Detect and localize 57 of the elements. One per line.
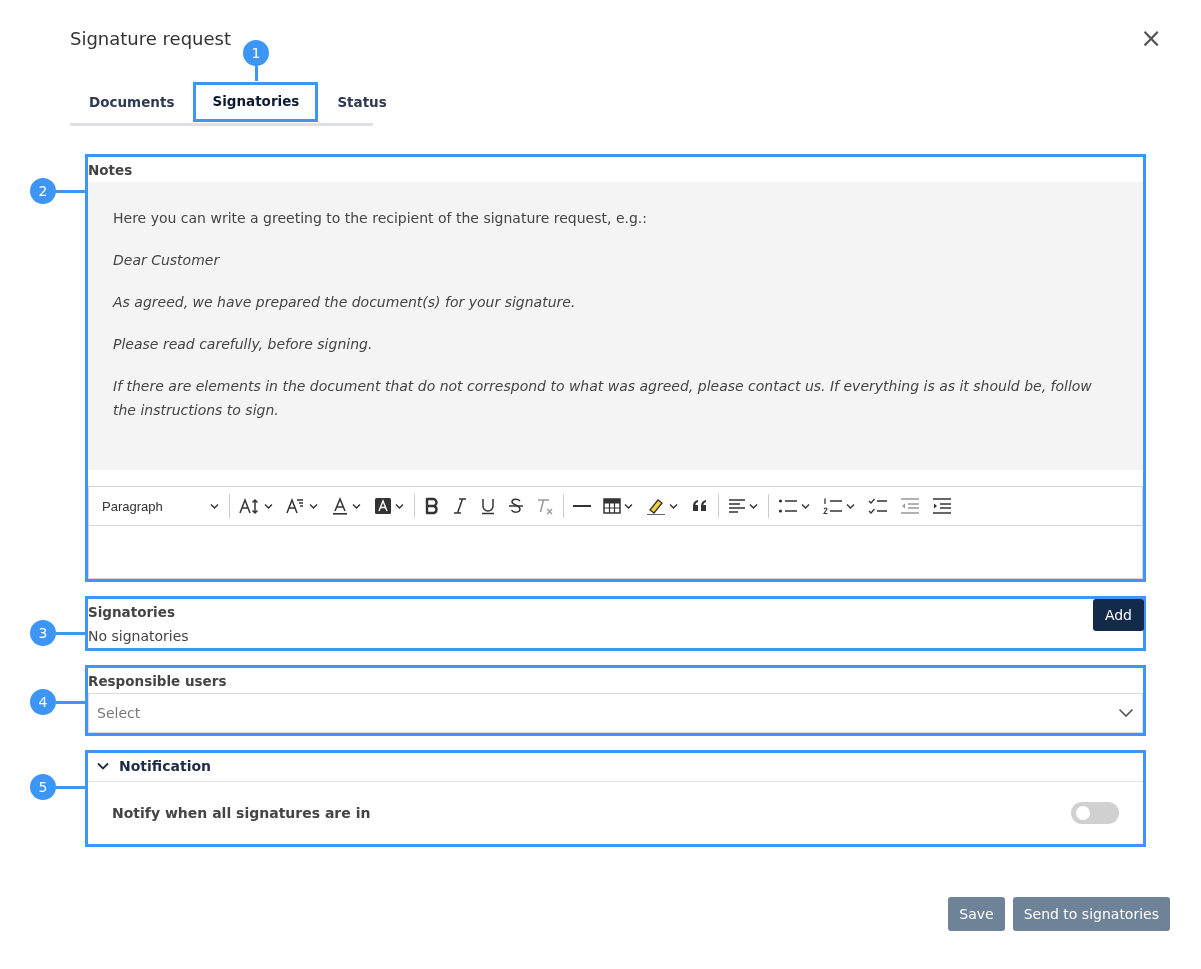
placeholder-text: Select: [97, 705, 141, 721]
underline-icon: [480, 497, 496, 515]
checklist-icon: [868, 497, 888, 515]
chevron-down-icon: [1118, 708, 1134, 718]
numbered-list-icon: [823, 497, 843, 515]
bulleted-list-icon: [778, 497, 798, 515]
background-color-icon: [374, 497, 392, 515]
toggle-switch[interactable]: [1071, 802, 1119, 824]
dialog-title: Signature request: [70, 27, 231, 49]
font-size-icon: [239, 497, 261, 515]
outdent-icon: [900, 497, 920, 515]
section-heading: Notification: [119, 758, 212, 774]
highlighter-icon: [646, 497, 666, 515]
caret-icon: [846, 502, 856, 510]
callout-badge: 4: [30, 689, 56, 715]
font-color-icon: [331, 497, 349, 515]
tab[interactable]: Signatories: [193, 82, 319, 122]
table-icon: [603, 497, 621, 515]
remove-format-icon: [536, 497, 554, 515]
paragraph: Please read carefully, before signing.: [113, 335, 374, 354]
add-button[interactable]: Add: [1092, 599, 1144, 631]
footer-button[interactable]: Save: [948, 897, 1005, 931]
font-family-icon: [286, 497, 306, 515]
align-left-icon: [728, 497, 746, 515]
callout-badge: 1: [242, 40, 269, 66]
caret-icon: [669, 502, 679, 510]
paragraph: If there are elements in the document that do not correspond to what was agreed, please contact us. If everything is as it should be, follow the instructions to sign.: [113, 377, 1093, 420]
strikethrough-icon: [508, 497, 524, 515]
footer-button[interactable]: Send to signatories: [1012, 897, 1170, 931]
paragraph: Here you can write a greeting to the recipient of the signature request, e.g.:: [113, 209, 649, 228]
paragraph: Dear Customer: [113, 251, 221, 270]
accordion-header[interactable]: Notification: [88, 753, 1143, 782]
caret-icon: [749, 502, 759, 510]
field-label: Responsible users: [88, 672, 228, 691]
tab[interactable]: Status: [318, 82, 406, 124]
paragraph: As agreed, we have prepared the document(s) for your signature.: [113, 293, 577, 312]
bold-icon: [424, 497, 440, 515]
caret-icon: [801, 502, 811, 510]
text-editor-field[interactable]: [88, 526, 1143, 579]
tab[interactable]: Documents: [70, 82, 194, 124]
caret-icon: [352, 502, 362, 510]
caret-icon: [264, 502, 274, 510]
callout-badge: 2: [30, 178, 56, 204]
select-field[interactable]: Select: [88, 693, 1143, 733]
caret-icon: [309, 502, 319, 510]
horizontal-line-icon: [573, 505, 591, 507]
callout-badge: 3: [30, 620, 56, 646]
italic-icon: [452, 497, 468, 515]
caret-icon: [395, 502, 405, 510]
indent-icon: [932, 497, 952, 515]
caret-icon: [210, 502, 220, 510]
toggle-label: Notify when all signatures are in: [112, 805, 371, 821]
callout-badge: 5: [30, 774, 56, 800]
field-label: Signatories: [88, 603, 175, 622]
caret-icon: [624, 502, 634, 510]
close-button[interactable]: ×: [1140, 25, 1162, 51]
heading-dropdown[interactable]: Paragraph: [95, 491, 225, 521]
